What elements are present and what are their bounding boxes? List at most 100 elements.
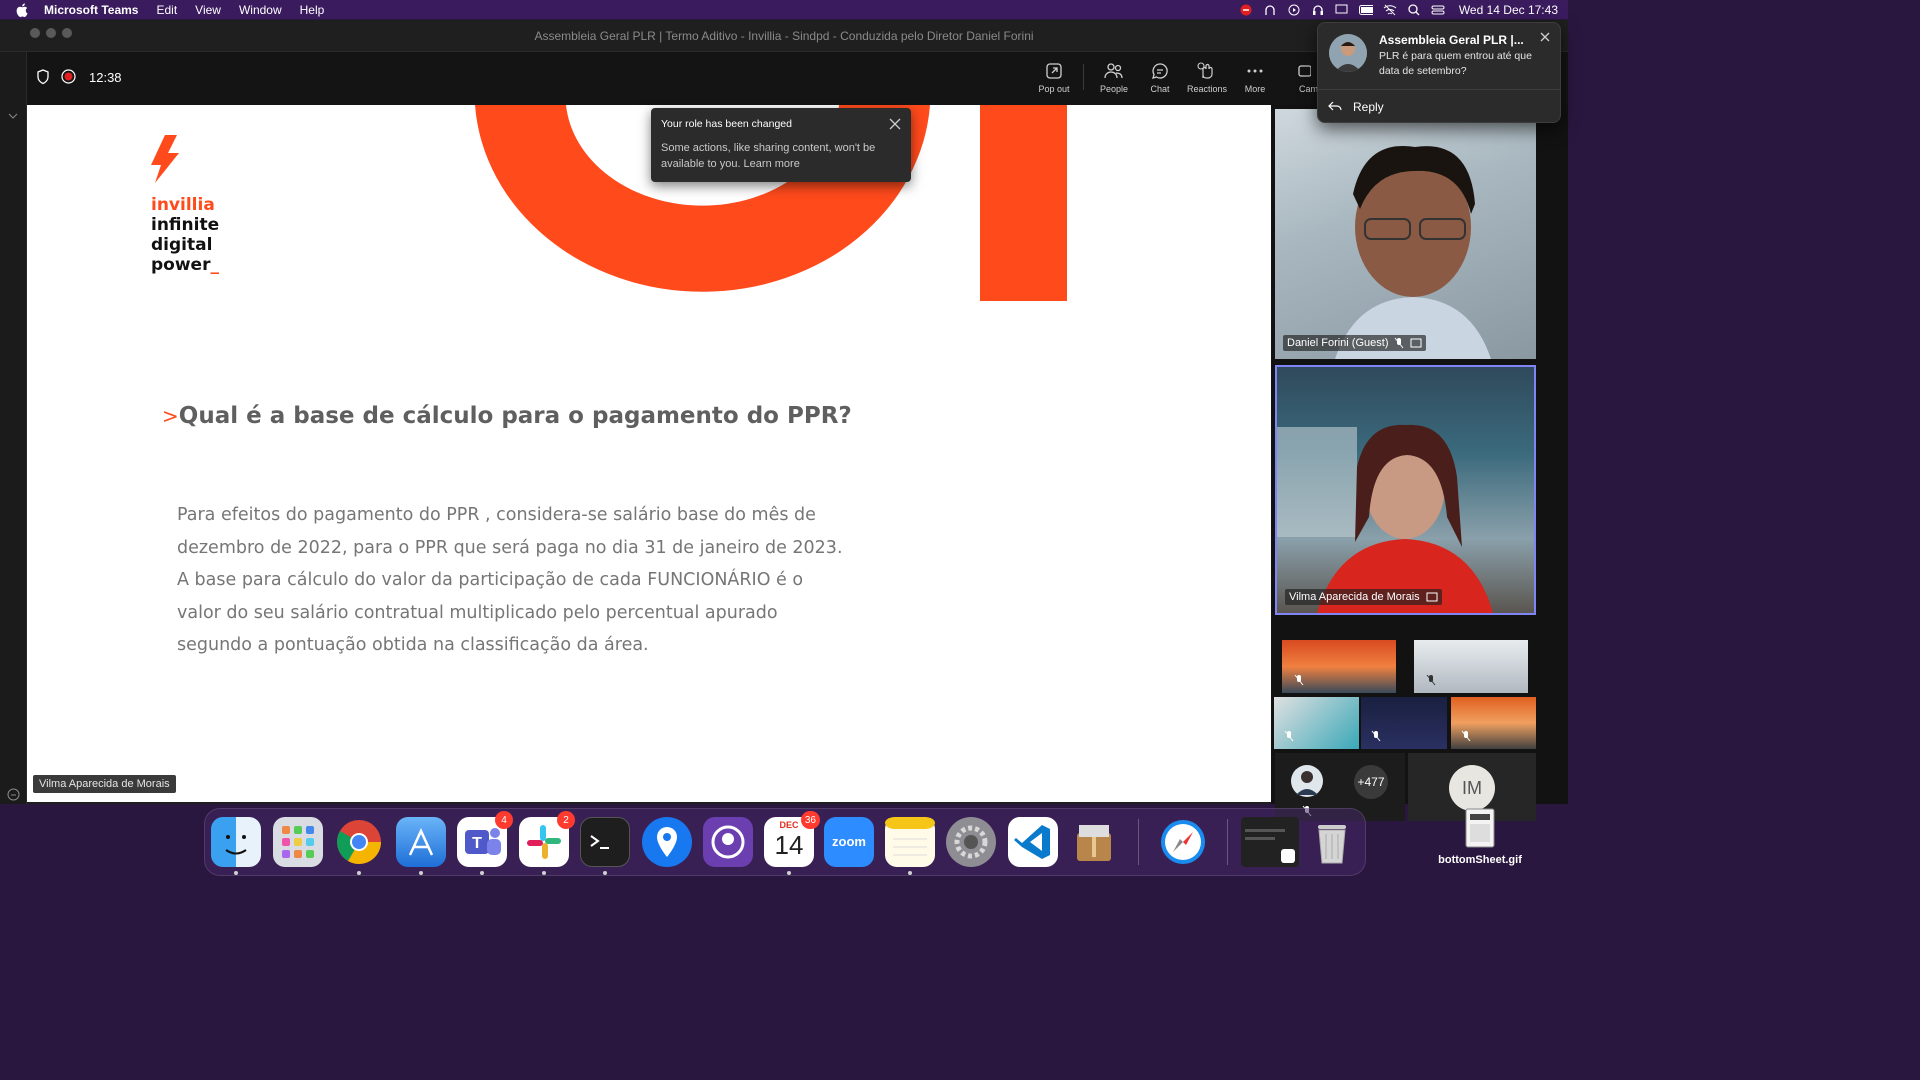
- more-button[interactable]: More: [1232, 62, 1278, 94]
- question-text: Qual é a base de cálculo para o pagament…: [178, 403, 852, 429]
- running-indicator: [234, 871, 238, 875]
- battery-icon[interactable]: [1358, 4, 1373, 16]
- body-line-3: A base para cálculo do valor da particip…: [177, 570, 804, 591]
- chat-notification[interactable]: Assembleia Geral PLR |... PLR é para que…: [1317, 22, 1561, 123]
- menu-window[interactable]: Window: [239, 3, 282, 17]
- wifi-off-icon[interactable]: [1383, 4, 1397, 16]
- control-center-icon[interactable]: [1431, 4, 1445, 16]
- safari-app-icon[interactable]: [1158, 817, 1208, 867]
- mic-muted-icon: [1461, 730, 1471, 742]
- desktop-file-name: bottomSheet.gif: [1438, 854, 1522, 866]
- raise-hand-icon: [1197, 62, 1213, 79]
- slack-badge: 2: [557, 811, 575, 829]
- meeting-timer: 12:38: [89, 70, 122, 85]
- role-changed-toast: Your role has been changed Some actions,…: [651, 108, 911, 182]
- archive-utility-app-icon[interactable]: [1069, 817, 1119, 867]
- video-tile-small-4[interactable]: [1361, 697, 1447, 749]
- launchpad-app-icon[interactable]: [273, 817, 323, 867]
- toast-title: Your role has been changed: [661, 118, 792, 130]
- camera-label: Cam: [1299, 84, 1317, 94]
- reactions-label: Reactions: [1186, 84, 1228, 94]
- vscode-app-icon[interactable]: [1008, 817, 1058, 867]
- close-icon[interactable]: [1540, 32, 1550, 42]
- participant-video-daniel: [1335, 145, 1491, 359]
- initials-avatar: IM: [1449, 765, 1495, 811]
- people-label: People: [1099, 84, 1129, 94]
- participant-name-daniel: Daniel Forini (Guest): [1287, 337, 1389, 349]
- toolbar-divider: [1083, 64, 1084, 90]
- left-collapsed-rail: [0, 52, 27, 804]
- spotlight-search-icon[interactable]: [1407, 3, 1421, 16]
- participant-avatar: [1291, 765, 1323, 797]
- desktop-file[interactable]: bottomSheet.gif: [1438, 808, 1522, 866]
- notes-app-icon[interactable]: [885, 817, 935, 867]
- video-tile-small-1[interactable]: [1282, 640, 1396, 693]
- video-tile-daniel[interactable]: Daniel Forini (Guest): [1275, 109, 1536, 359]
- menu-edit[interactable]: Edit: [156, 3, 177, 17]
- slide-question: >Qual é a base de cálculo para o pagamen…: [162, 403, 852, 429]
- menu-help[interactable]: Help: [300, 3, 325, 17]
- people-button[interactable]: People: [1091, 62, 1137, 94]
- running-indicator: [787, 871, 791, 875]
- play-icon[interactable]: [1287, 4, 1301, 16]
- brand-name: invillia: [151, 195, 215, 215]
- video-tile-vilma[interactable]: Vilma Aparecida de Morais: [1275, 365, 1536, 615]
- lightning-logo-icon: [151, 135, 179, 183]
- finder-app-icon[interactable]: [211, 817, 261, 867]
- running-indicator: [480, 871, 484, 875]
- notification-message: PLR é para quem entrou até que data de s…: [1379, 50, 1532, 77]
- xcode-app-icon[interactable]: [396, 817, 446, 867]
- reply-icon: [1328, 101, 1342, 111]
- chrome-app-icon[interactable]: [334, 817, 384, 867]
- mic-muted-icon: [1395, 337, 1404, 349]
- camera-button[interactable]: Cam: [1287, 62, 1317, 94]
- tagline-line-1: infinite: [151, 215, 220, 235]
- chevron-down-icon[interactable]: [8, 112, 18, 120]
- system-settings-app-icon[interactable]: [946, 817, 996, 867]
- invillia-logo: invillia infinite digital power_: [151, 195, 219, 275]
- video-tile-small-5[interactable]: [1451, 697, 1536, 749]
- file-icon: [1465, 808, 1495, 848]
- screen-icon[interactable]: [1335, 4, 1349, 16]
- apple-icon[interactable]: [15, 2, 29, 17]
- status-circle-icon[interactable]: [7, 788, 20, 801]
- mic-muted-icon: [1371, 730, 1381, 742]
- terminal-app-icon[interactable]: [580, 817, 630, 867]
- reactions-button[interactable]: Reactions: [1184, 62, 1230, 94]
- menu-view[interactable]: View: [195, 3, 221, 17]
- headphones-icon[interactable]: [1311, 4, 1325, 16]
- popout-label: Pop out: [1038, 84, 1070, 94]
- close-icon[interactable]: [889, 118, 901, 130]
- vpn-icon[interactable]: [1263, 4, 1277, 16]
- mic-muted-icon: [1284, 730, 1294, 742]
- shared-screen-slide: invillia infinite digital power_ >Qual é…: [27, 105, 1271, 802]
- presenter-name-tag: Vilma Aparecida de Morais: [33, 775, 176, 793]
- more-label: More: [1244, 84, 1266, 94]
- calendar-app-icon[interactable]: DEC 14 36: [764, 811, 820, 867]
- screen-thumbnail-icon[interactable]: [1241, 817, 1299, 867]
- participant-label-daniel: Daniel Forini (Guest): [1283, 335, 1427, 351]
- svg-text:T: T: [472, 835, 482, 852]
- recording-icon: [61, 69, 76, 84]
- menu-app-name[interactable]: Microsoft Teams: [44, 3, 138, 17]
- running-indicator: [542, 871, 546, 875]
- toast-body[interactable]: Some actions, like sharing content, won'…: [661, 140, 901, 172]
- popout-button[interactable]: Pop out: [1031, 62, 1077, 94]
- trash-icon[interactable]: [1307, 817, 1357, 867]
- zoom-app-icon[interactable]: zoom: [824, 817, 874, 867]
- slide-decor-bar: [980, 105, 1067, 301]
- video-tile-small-2[interactable]: [1414, 640, 1528, 693]
- menu-clock[interactable]: Wed 14 Dec 17:43: [1459, 3, 1558, 17]
- reply-button[interactable]: Reply: [1318, 89, 1560, 122]
- chat-button[interactable]: Chat: [1137, 62, 1183, 94]
- teams-badge: 4: [495, 811, 513, 829]
- more-options-icon: [1247, 69, 1263, 73]
- video-tile-small-3[interactable]: [1274, 697, 1359, 749]
- teams-app-icon[interactable]: T 4: [457, 811, 513, 867]
- slack-app-icon[interactable]: 2: [519, 811, 575, 867]
- maps-pin-app-icon[interactable]: [642, 817, 692, 867]
- recording-status-icon[interactable]: [1239, 4, 1253, 16]
- github-desktop-app-icon[interactable]: [703, 817, 753, 867]
- shield-icon[interactable]: [36, 69, 50, 85]
- overflow-count[interactable]: +477: [1354, 765, 1388, 799]
